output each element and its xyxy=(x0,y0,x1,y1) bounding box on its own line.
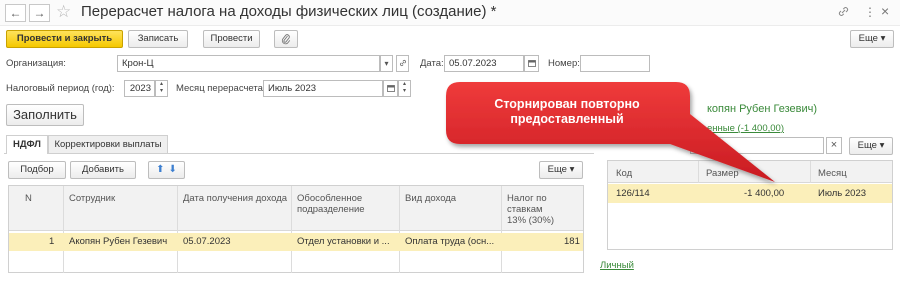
window-title: Перерасчет налога на доходы физических л… xyxy=(81,3,497,20)
select-button[interactable]: Подбор xyxy=(8,161,66,179)
cell-code[interactable]: 126/114 xyxy=(616,188,650,199)
callout-text: Сторнирован повторно предоставленный xyxy=(494,97,640,126)
col-separator xyxy=(177,186,178,273)
col-income-date: Дата получения дохода xyxy=(183,193,288,204)
forward-icon[interactable]: → xyxy=(29,4,50,22)
tab-corrections[interactable]: Корректировки выплаты xyxy=(48,135,168,153)
month-stepper[interactable]: ▴ ▾ xyxy=(398,80,411,97)
personal-link[interactable]: Личный xyxy=(600,260,634,271)
col-income-type: Вид дохода xyxy=(405,193,457,204)
col-separator xyxy=(291,186,292,273)
col-separator xyxy=(501,186,502,273)
cell-income-type[interactable]: Оплата труда (осн... xyxy=(405,236,494,247)
col-month: Месяц xyxy=(818,168,847,179)
organization-open-icon[interactable] xyxy=(396,55,409,72)
organization-field[interactable]: Крон-Ц xyxy=(117,55,380,72)
col-tax-rate: 13% (30%) xyxy=(507,215,554,226)
date-field[interactable]: 05.07.2023 xyxy=(444,55,524,72)
cell-tax[interactable]: 181 xyxy=(564,236,580,247)
calendar-icon[interactable] xyxy=(524,55,539,72)
organization-dropdown-icon[interactable]: ▾ xyxy=(380,55,393,72)
cell-subdivision[interactable]: Отдел установки и ... xyxy=(297,236,390,247)
fill-button[interactable]: Заполнить xyxy=(6,104,84,126)
right-more-button[interactable]: Еще ▾ xyxy=(849,137,893,155)
col-n: N xyxy=(25,193,32,204)
attach-icon[interactable] xyxy=(274,30,298,48)
cell-n: 1 xyxy=(49,236,55,247)
title-bar: ← → ☆ Перерасчет налога на доходы физиче… xyxy=(0,0,900,26)
clear-icon[interactable]: × xyxy=(826,137,842,154)
tab-ndfl[interactable]: НДФЛ xyxy=(6,135,48,154)
col-tax: Налог по ставкам xyxy=(507,193,547,215)
cell-month[interactable]: Июль 2023 xyxy=(818,188,866,199)
number-label: Номер: xyxy=(548,58,580,69)
number-field[interactable] xyxy=(580,55,650,72)
add-button[interactable]: Добавить xyxy=(70,161,136,179)
save-button[interactable]: Записать xyxy=(128,30,188,48)
post-button[interactable]: Провести xyxy=(203,30,260,48)
col-separator xyxy=(810,161,811,183)
more-actions-icon[interactable]: ⋮ xyxy=(864,5,876,19)
post-and-close-button[interactable]: Провести и закрыть xyxy=(6,30,123,48)
cell-income-date[interactable]: 05.07.2023 xyxy=(183,236,231,247)
ndfl-table: N Сотрудник Дата получения дохода Обособ… xyxy=(8,185,584,273)
more-button[interactable]: Еще ▾ xyxy=(850,30,894,48)
organization-label: Организация: xyxy=(6,58,66,69)
favorite-star-icon[interactable]: ☆ xyxy=(56,2,71,22)
tax-period-stepper[interactable]: ▴ ▾ xyxy=(155,80,168,97)
close-icon[interactable]: × xyxy=(881,3,889,19)
cell-amount[interactable]: -1 400,00 xyxy=(744,188,784,199)
callout-bubble xyxy=(446,82,775,182)
tax-period-label: Налоговый период (год): xyxy=(6,83,115,94)
recalc-month-label: Месяц перерасчета: xyxy=(176,83,266,94)
link-icon[interactable] xyxy=(838,6,849,20)
month-calendar-icon[interactable] xyxy=(383,80,398,97)
date-label: Дата: xyxy=(420,58,444,69)
col-employee: Сотрудник xyxy=(69,193,116,204)
col-subdivision: Обособленное подразделение xyxy=(297,193,365,215)
recalc-month-field[interactable]: Июль 2023 xyxy=(263,80,383,97)
col-separator xyxy=(63,186,64,273)
move-buttons[interactable]: ⬆ ⬇ xyxy=(148,161,185,179)
move-down-icon[interactable]: ⬇ xyxy=(169,164,177,175)
back-icon[interactable]: ← xyxy=(5,4,26,22)
move-up-icon[interactable]: ⬆ xyxy=(156,164,164,175)
col-separator xyxy=(399,186,400,273)
cell-employee[interactable]: Акопян Рубен Гезевич xyxy=(69,236,167,247)
tax-period-field[interactable]: 2023 xyxy=(124,80,155,97)
